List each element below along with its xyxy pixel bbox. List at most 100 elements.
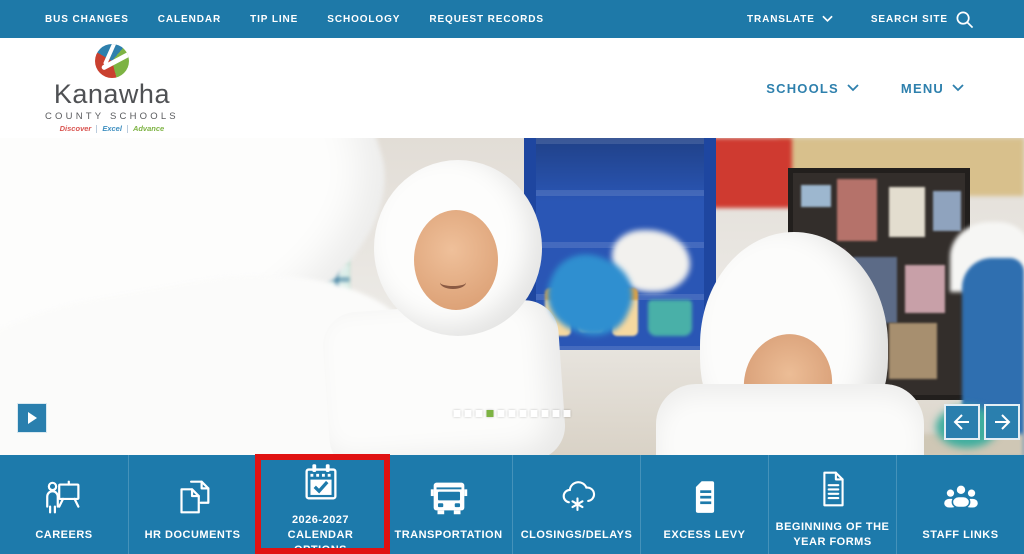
calendar-check-icon [304,464,337,500]
careers-icon [46,480,80,514]
hero-photo-shape [837,179,877,241]
tile-label: STAFF LINKS [922,528,999,541]
hero-photo-shape [524,138,716,350]
tile-closings-delays[interactable]: CLOSINGS/DELAYS [512,455,640,554]
hero-photo-shape [648,300,692,336]
hero-photo-shape [374,160,542,336]
hero-photo-shape [320,297,568,455]
quicklink-tiles: CAREERS HR DOCUMENTS 2026-2027 CALENDAR … [0,455,1024,554]
play-button[interactable] [17,403,47,433]
globe-icon [94,43,129,78]
top-utility-bar: BUS CHANGES CALENDAR TIP LINE SCHOOLOGY … [0,0,1024,38]
hero-photo-shape [823,313,875,373]
previous-slide-button[interactable] [944,404,980,440]
hero-photo-shape [112,138,282,329]
hero-photo-shape [788,168,970,400]
tagline-word: Discover [59,124,92,133]
menu-dropdown[interactable]: MENU [901,81,964,96]
bus-icon [430,482,467,515]
hero-photo-shape [129,138,147,167]
snow-cloud-icon [562,481,595,511]
carousel-dot[interactable] [563,410,571,417]
top-link-calendar[interactable]: CALENDAR [158,14,221,25]
staff-icon [943,483,978,509]
hero-photo-shape [676,138,792,208]
search-site-label: SEARCH SITE [870,13,948,25]
hero-photo-shape [440,276,466,289]
tile-beginning-year-forms[interactable]: BEGINNING OF THE YEAR FORMS [768,455,896,554]
hero-photo-shape [950,222,1024,292]
tile-hr-documents[interactable]: HR DOCUMENTS [128,455,256,554]
carousel-dot[interactable] [519,410,527,417]
tile-label: CLOSINGS/DELAYS [520,528,633,541]
page: BUS CHANGES CALENDAR TIP LINE SCHOOLOGY … [0,0,1024,554]
play-icon [27,412,37,424]
site-header: Kanawha COUNTY SCHOOLS Discover Excel Ad… [0,38,1024,138]
tile-label: CAREERS [35,528,93,541]
carousel-dot[interactable] [497,410,505,417]
tile-transportation[interactable]: TRANSPORTATION [384,455,512,554]
hero-photo-shape [0,138,425,454]
arrow-right-icon [995,414,1011,430]
top-utilities: TRANSLATE SEARCH SITE [747,10,974,29]
tile-careers[interactable]: CAREERS [0,455,128,554]
search-icon [956,11,974,28]
tile-excess-levy[interactable]: EXCESS LEVY [640,455,768,554]
top-link-bus-changes[interactable]: BUS CHANGES [45,14,129,25]
hero-photo-shape [853,257,897,323]
logo-title: Kanawha [53,78,170,109]
top-link-tip-line[interactable]: TIP LINE [250,14,298,25]
translate-dropdown[interactable]: TRANSLATE [747,14,833,25]
tagline-word: Advance [132,124,165,133]
hero-photo-shape [36,164,228,336]
hero-photo-shape [414,210,498,310]
carousel-dots [453,410,571,417]
carousel-dot[interactable] [464,410,472,417]
tile-calendar-options[interactable]: 2026-2027 CALENDAR OPTIONS [256,455,384,554]
hero-photo-shape [612,230,690,292]
hero-photo-shape [778,138,1024,196]
tile-label: EXCESS LEVY [663,528,746,541]
menu-label: MENU [900,80,944,96]
hero-photo-shape [801,185,831,207]
hero-photo-shape [905,265,945,313]
hero-photo-shape [889,323,937,379]
chevron-down-icon [847,84,859,92]
hero-photo-shape [578,284,604,332]
next-slide-button[interactable] [984,404,1020,440]
carousel-dot[interactable] [552,410,560,417]
schools-dropdown[interactable]: SCHOOLS [766,81,859,96]
carousel-dot[interactable] [508,410,516,417]
carousel-dot[interactable] [475,410,483,417]
translate-label: TRANSLATE [746,13,815,25]
hero-photo-shape [933,191,961,231]
search-site-button[interactable]: SEARCH SITE [871,10,974,29]
hero-photo-shape [700,232,888,455]
hero-photo-shape [535,242,645,348]
tile-staff-links[interactable]: STAFF LINKS [896,455,1024,554]
schools-label: SCHOOLS [766,80,839,96]
hero-photo-shape [146,394,456,455]
hero-photo-shape [545,288,571,336]
logo-subtitle: COUNTY SCHOOLS [45,110,179,122]
chevron-down-icon [822,15,833,23]
top-link-request-records[interactable]: REQUEST RECORDS [429,14,544,25]
hero-photo-shape [198,421,244,453]
tagline-word: Excel [96,125,128,133]
carousel-dot[interactable] [453,410,461,417]
header-nav: SCHOOLS MENU [766,81,964,96]
carousel-dot[interactable] [541,410,549,417]
hero-photo-shape [118,138,350,434]
arrow-left-icon [953,414,969,430]
hero-photo-shape [889,187,925,237]
hero-photo-shape [737,328,839,440]
top-link-schoology[interactable]: SCHOOLOGY [327,14,400,25]
form-icon [822,472,844,507]
tile-label: BEGINNING OF THE YEAR FORMS [775,521,890,549]
district-logo[interactable]: Kanawha COUNTY SCHOOLS Discover Excel Ad… [45,43,179,133]
carousel-dot[interactable] [530,410,538,417]
documents-icon [179,480,209,514]
chevron-down-icon [952,84,964,92]
logo-tagline: Discover Excel Advance [59,124,165,133]
carousel-dot-active[interactable] [486,410,494,417]
